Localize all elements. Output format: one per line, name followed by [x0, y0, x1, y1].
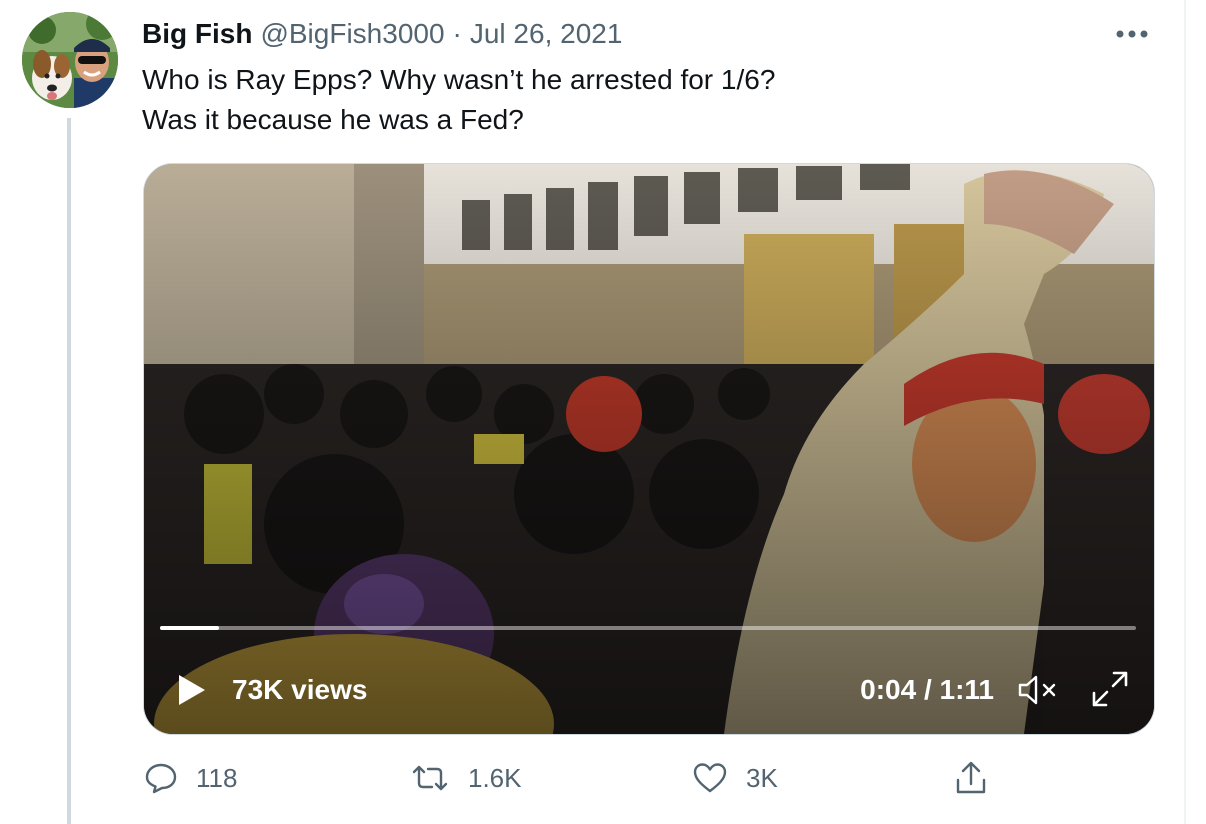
progress-bar-fill [160, 626, 219, 630]
like-count: 3K [746, 762, 778, 793]
tweet-text-line: Was it because he was a Fed? [142, 104, 524, 135]
more-options-button[interactable] [1110, 16, 1154, 52]
retweet-button[interactable]: 1.6K [410, 756, 522, 800]
avatar[interactable] [22, 12, 118, 108]
video-timecode: 0:04 / 1:11 [860, 674, 994, 705]
thread-connector-line [67, 118, 71, 824]
tweet-actions: 118 1.6K 3K [140, 756, 1000, 800]
avatar-image [22, 12, 118, 108]
more-horizontal-icon [1116, 30, 1148, 38]
retweet-count: 1.6K [468, 762, 522, 793]
like-button[interactable]: 3K [692, 756, 778, 800]
reply-count: 118 [196, 762, 238, 793]
retweet-icon [412, 765, 448, 791]
fullscreen-button[interactable] [1088, 664, 1132, 714]
progress-bar[interactable] [160, 626, 1136, 630]
tweet-header: Big Fish @BigFish3000 · Jul 26, 2021 [142, 16, 622, 52]
tweet-date[interactable]: Jul 26, 2021 [470, 18, 623, 50]
tweet-text: Who is Ray Epps? Why wasn’t he arrested … [142, 60, 1142, 140]
author-name[interactable]: Big Fish [142, 18, 252, 50]
mute-button[interactable] [1016, 668, 1060, 712]
play-icon [179, 675, 205, 705]
fullscreen-icon [1092, 671, 1128, 707]
tweet-text-line: Who is Ray Epps? Why wasn’t he arrested … [142, 64, 776, 95]
heart-icon [693, 763, 727, 793]
separator-dot: · [452, 18, 462, 49]
author-handle[interactable]: @BigFish3000 [260, 18, 444, 50]
video-player[interactable]: 73K views 0:04 / 1:11 [143, 163, 1155, 735]
muted-speaker-icon [1018, 675, 1056, 705]
column-border [1184, 0, 1186, 824]
share-button[interactable] [954, 756, 988, 800]
share-icon [956, 761, 986, 794]
reply-icon [145, 763, 177, 794]
play-button[interactable] [172, 668, 212, 712]
view-count: 73K views [232, 674, 368, 705]
video-frame [144, 164, 1154, 734]
reply-button[interactable]: 118 [144, 756, 237, 800]
